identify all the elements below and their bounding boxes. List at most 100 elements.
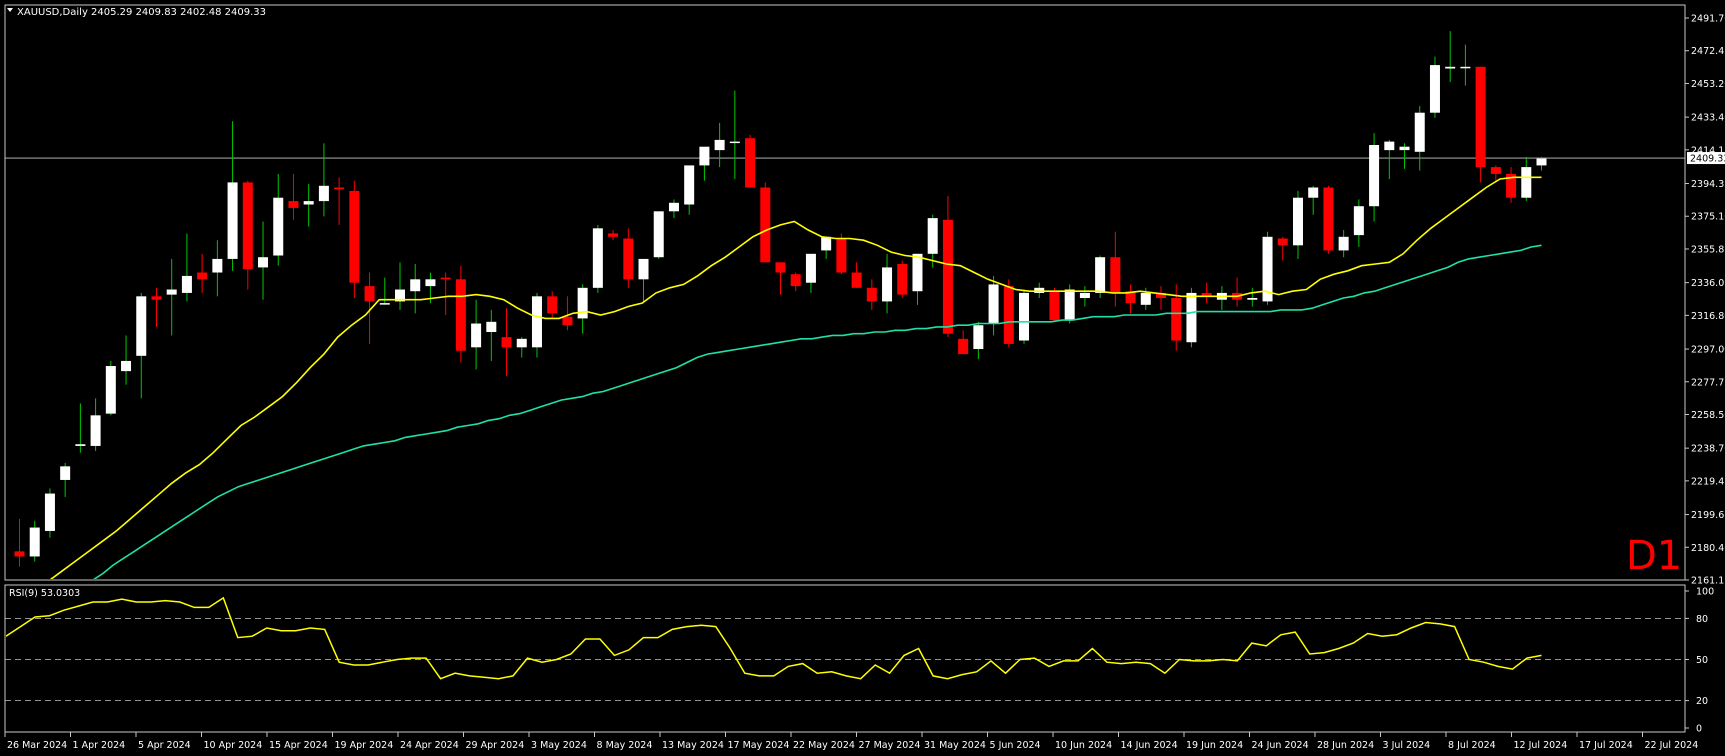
bear-candle-body: [562, 316, 573, 326]
bull-candle-body: [988, 284, 999, 324]
bull-candle-body: [1308, 187, 1319, 198]
price-tick-label: 2453.20: [1691, 79, 1725, 90]
price-tick-label: 2258.50: [1691, 410, 1725, 421]
candle[interactable]: [1003, 279, 1014, 348]
bear-candle-body: [1049, 291, 1060, 321]
bull-candle-body: [1384, 141, 1395, 151]
time-tick-label: 24 Jun 2024: [1252, 740, 1309, 751]
bull-candle-body: [75, 444, 86, 446]
bull-candle-body: [1034, 287, 1045, 293]
candle[interactable]: [836, 233, 847, 275]
bull-candle-body: [516, 338, 527, 348]
bear-candle-body: [745, 138, 756, 188]
bull-candle-body: [1019, 292, 1030, 341]
chart-background: [0, 0, 1725, 756]
candle[interactable]: [105, 360, 116, 416]
time-tick-label: 3 Jul 2024: [1383, 740, 1431, 751]
bull-candle-body: [227, 182, 238, 259]
price-tick-label: 2472.45: [1691, 46, 1725, 57]
bear-candle-body: [958, 338, 969, 355]
time-tick-label: 26 Mar 2024: [7, 740, 67, 751]
candle[interactable]: [897, 260, 908, 299]
time-tick-label: 22 May 2024: [793, 740, 855, 751]
price-tick-label: 2180.40: [1691, 543, 1725, 554]
time-tick-label: 17 May 2024: [728, 740, 790, 751]
candle[interactable]: [653, 211, 664, 259]
bear-candle-body: [440, 277, 451, 280]
bull-candle-body: [1536, 158, 1547, 166]
bull-candle-body: [181, 275, 192, 293]
bull-candle-body: [318, 185, 329, 202]
bull-candle-body: [136, 296, 147, 356]
bull-candle-body: [29, 527, 40, 557]
bull-candle-body: [1186, 292, 1197, 343]
time-tick-label: 15 Apr 2024: [269, 740, 328, 751]
candle[interactable]: [455, 265, 466, 363]
candle[interactable]: [349, 180, 360, 299]
chart-header: XAUUSD,Daily 2405.29 2409.83 2402.48 240…: [7, 7, 266, 18]
bull-candle-body: [1429, 65, 1440, 113]
time-tick-label: 14 Jun 2024: [1121, 740, 1178, 751]
bear-candle-body: [1490, 167, 1501, 174]
bull-candle-body: [1369, 145, 1380, 207]
time-tick-label: 29 Apr 2024: [466, 740, 525, 751]
bear-candle-body: [455, 279, 466, 351]
candle[interactable]: [1429, 56, 1440, 118]
price-tick-label: 2316.80: [1691, 311, 1725, 322]
time-tick-label: 8 Jul 2024: [1448, 740, 1496, 751]
bear-candle-body: [501, 337, 512, 348]
rsi-tick-label: 20: [1696, 696, 1708, 707]
candle[interactable]: [760, 182, 771, 263]
candle[interactable]: [592, 224, 603, 293]
candle[interactable]: [1019, 289, 1030, 344]
bear-candle-body: [1323, 187, 1334, 251]
time-tick-label: 22 Jul 2024: [1645, 740, 1699, 751]
bull-candle-body: [531, 296, 542, 348]
time-tick-label: 17 Jul 2024: [1579, 740, 1633, 751]
bull-candle-body: [1247, 298, 1258, 300]
bull-candle-body: [410, 279, 421, 292]
bear-candle-body: [608, 233, 619, 237]
candle[interactable]: [1323, 185, 1334, 254]
candle[interactable]: [1049, 287, 1060, 322]
bull-candle-body: [379, 303, 390, 305]
bull-candle-body: [1140, 292, 1151, 305]
bear-candle-body: [623, 238, 634, 280]
candle[interactable]: [745, 134, 756, 188]
candle[interactable]: [1475, 66, 1486, 183]
bull-candle-body: [471, 323, 482, 348]
bull-candle-body: [1521, 167, 1532, 198]
candle[interactable]: [1262, 231, 1273, 305]
bear-candle-body: [334, 187, 345, 190]
bull-candle-body: [638, 258, 649, 280]
bull-candle-body: [729, 141, 740, 144]
bull-candle-body: [882, 267, 893, 302]
bull-candle-body: [805, 253, 816, 283]
time-tick-label: 3 May 2024: [531, 740, 587, 751]
bear-candle-body: [349, 190, 360, 283]
bull-candle-body: [273, 197, 284, 256]
time-tick-label: 19 Jun 2024: [1186, 740, 1243, 751]
bear-candle-body: [547, 296, 558, 314]
time-tick-label: 5 Apr 2024: [138, 740, 191, 751]
rsi-tick-label: 0: [1696, 724, 1702, 735]
candle[interactable]: [1064, 284, 1075, 324]
bear-candle-body: [288, 201, 299, 208]
current-price-label: 2409.33: [1690, 154, 1725, 165]
price-chart[interactable]: 2491.702472.452453.202433.402414.152394.…: [0, 0, 1725, 756]
rsi-label: RSI(9) 53.0303: [9, 588, 80, 599]
candle[interactable]: [44, 488, 55, 538]
time-tick-label: 1 Apr 2024: [73, 740, 126, 751]
price-tick-label: 2355.85: [1691, 244, 1725, 255]
time-tick-label: 28 Jun 2024: [1317, 740, 1374, 751]
bear-candle-body: [1475, 66, 1486, 168]
bull-candle-body: [121, 360, 132, 372]
bull-candle-body: [486, 321, 497, 333]
bull-candle-body: [44, 493, 55, 531]
bear-candle-body: [790, 274, 801, 287]
bull-candle-body: [592, 228, 603, 288]
bull-candle-body: [1292, 197, 1303, 246]
price-tick-label: 2336.05: [1691, 278, 1725, 289]
bull-candle-body: [973, 325, 984, 350]
price-tick-label: 2161.15: [1691, 576, 1725, 587]
